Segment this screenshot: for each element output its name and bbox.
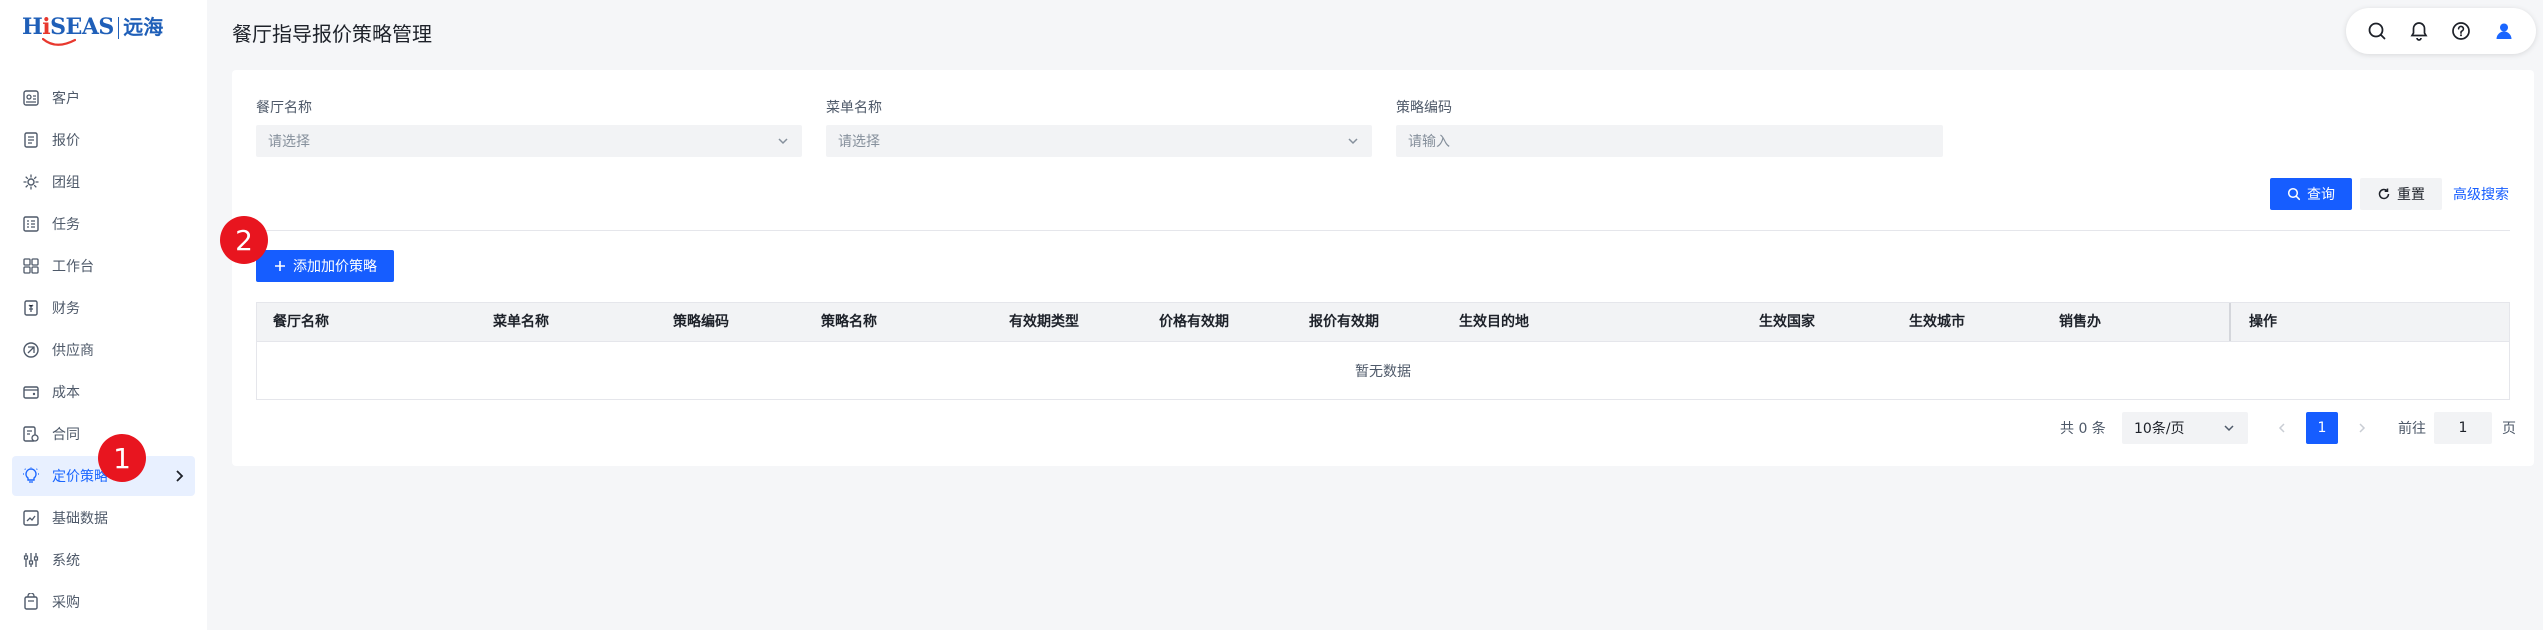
user-icon: [2496, 23, 2512, 39]
sidebar-item-finance[interactable]: 财务: [12, 288, 195, 328]
next-page-button[interactable]: [2346, 412, 2378, 444]
sidebar-item-basedata[interactable]: 基础数据: [12, 498, 195, 538]
col-price-validity[interactable]: 价格有效期: [1159, 303, 1229, 341]
sidebar-item-task[interactable]: 任务: [12, 204, 195, 244]
contract-icon: [22, 425, 40, 443]
sidebar-item-group[interactable]: 团组: [12, 162, 195, 202]
bell-icon: [2410, 22, 2428, 41]
sidebar-nav: 客户 报价 团组 任务 工作台 财务 供应商 成本 合同 定价策略 基础数据 系…: [12, 78, 195, 624]
customer-icon: [22, 89, 40, 107]
sidebar-item-system[interactable]: 系统: [12, 540, 195, 580]
col-menu[interactable]: 菜单名称: [493, 303, 549, 341]
restaurant-select[interactable]: 请选择: [256, 125, 802, 157]
col-actions[interactable]: 操作: [2249, 303, 2277, 341]
user-avatar[interactable]: [2489, 16, 2519, 46]
col-validity-type[interactable]: 有效期类型: [1009, 303, 1079, 341]
workbench-icon: [22, 257, 40, 275]
help-button[interactable]: [2447, 17, 2475, 45]
notification-button[interactable]: [2405, 17, 2433, 45]
sidebar-item-label: 系统: [52, 553, 80, 569]
advanced-search-link[interactable]: 高级搜索: [2453, 184, 2509, 204]
empty-text: 暂无数据: [1355, 363, 1411, 380]
sidebar-item-supplier[interactable]: 供应商: [12, 330, 195, 370]
system-icon: [22, 551, 40, 569]
task-icon: [22, 215, 40, 233]
logo-swoosh-icon: [42, 37, 76, 46]
step-badge-1: 1: [98, 434, 146, 482]
sidebar-item-label: 定价策略: [52, 469, 108, 485]
pricing-icon: [22, 467, 40, 485]
sidebar: HiSEAS 远海 客户 报价 团组 任务 工作台 财务 供应商 成本 合同 定…: [0, 0, 207, 630]
hiseas-logo: HiSEAS 远海: [22, 14, 163, 50]
page-unit-label: 页: [2502, 421, 2516, 437]
table-header: 餐厅名称 菜单名称 策略编码 策略名称 有效期类型 价格有效期 报价有效期 生效…: [256, 302, 2510, 342]
basedata-icon: [22, 509, 40, 527]
finance-icon: [22, 299, 40, 317]
col-quote-validity[interactable]: 报价有效期: [1309, 303, 1379, 341]
search-submit-button[interactable]: 查询: [2270, 178, 2352, 210]
supplier-icon: [22, 341, 40, 359]
chevron-right-icon: [2359, 423, 2366, 433]
sidebar-item-label: 任务: [52, 217, 80, 233]
sidebar-item-label: 财务: [52, 301, 80, 317]
sidebar-item-label: 基础数据: [52, 511, 108, 527]
search-icon: [2287, 187, 2301, 201]
top-toolbar: [2346, 8, 2536, 54]
col-restaurant[interactable]: 餐厅名称: [273, 303, 329, 341]
search-button[interactable]: [2363, 17, 2391, 45]
menu-label: 菜单名称: [826, 100, 882, 116]
sidebar-item-quote[interactable]: 报价: [12, 120, 195, 160]
refresh-icon: [2378, 188, 2390, 200]
table-empty-row: 暂无数据: [256, 342, 2510, 400]
sidebar-item-label: 供应商: [52, 343, 94, 359]
chevron-right-icon: [176, 470, 184, 482]
sidebar-item-label: 客户: [52, 91, 80, 107]
sidebar-item-label: 工作台: [52, 259, 94, 275]
reset-button[interactable]: 重置: [2360, 178, 2442, 210]
menu-select[interactable]: 请选择: [826, 125, 1372, 157]
chevron-left-icon: [2278, 423, 2285, 433]
col-city[interactable]: 生效城市: [1909, 303, 1965, 341]
restaurant-label: 餐厅名称: [256, 100, 312, 116]
chevron-down-icon: [778, 138, 788, 145]
column-divider: [2229, 303, 2231, 341]
purchase-icon: [22, 593, 40, 611]
pagination-total: 共 0 条: [2060, 421, 2106, 437]
goto-label: 前往: [2398, 421, 2426, 437]
prev-page-button[interactable]: [2266, 412, 2298, 444]
sidebar-item-label: 团组: [52, 175, 80, 191]
sidebar-item-label: 报价: [52, 133, 80, 149]
chevron-down-icon: [2224, 425, 2234, 432]
page-number[interactable]: 1: [2306, 412, 2338, 444]
step-badge-2: 2: [220, 216, 268, 264]
add-pricing-strategy-button[interactable]: 添加加价策略: [256, 250, 394, 282]
divider: [256, 230, 2510, 231]
sidebar-item-workbench[interactable]: 工作台: [12, 246, 195, 286]
cost-icon: [22, 383, 40, 401]
page-size-select[interactable]: 10条/页: [2122, 412, 2248, 444]
sidebar-item-label: 采购: [52, 595, 80, 611]
goto-page-input[interactable]: 1: [2434, 412, 2492, 444]
code-label: 策略编码: [1396, 100, 1452, 116]
search-icon: [2368, 22, 2386, 40]
group-icon: [22, 173, 40, 191]
quote-icon: [22, 131, 40, 149]
chevron-down-icon: [1348, 138, 1358, 145]
sidebar-item-cost[interactable]: 成本: [12, 372, 195, 412]
main-card: 餐厅名称 请选择 菜单名称 请选择 策略编码 请输入 查询 重置 高级搜索 添加…: [232, 70, 2534, 466]
plus-icon: [275, 261, 285, 271]
sidebar-item-label: 合同: [52, 427, 80, 443]
page-title: 餐厅指导报价策略管理: [232, 22, 432, 46]
sidebar-item-customer[interactable]: 客户: [12, 78, 195, 118]
col-code[interactable]: 策略编码: [673, 303, 729, 341]
help-icon: [2452, 22, 2470, 40]
col-sales-office[interactable]: 销售办: [2059, 303, 2101, 341]
col-country[interactable]: 生效国家: [1759, 303, 1815, 341]
code-input[interactable]: 请输入: [1396, 125, 1943, 157]
sidebar-item-label: 成本: [52, 385, 80, 401]
col-destination[interactable]: 生效目的地: [1459, 303, 1529, 341]
sidebar-item-purchase[interactable]: 采购: [12, 582, 195, 622]
col-name[interactable]: 策略名称: [821, 303, 877, 341]
